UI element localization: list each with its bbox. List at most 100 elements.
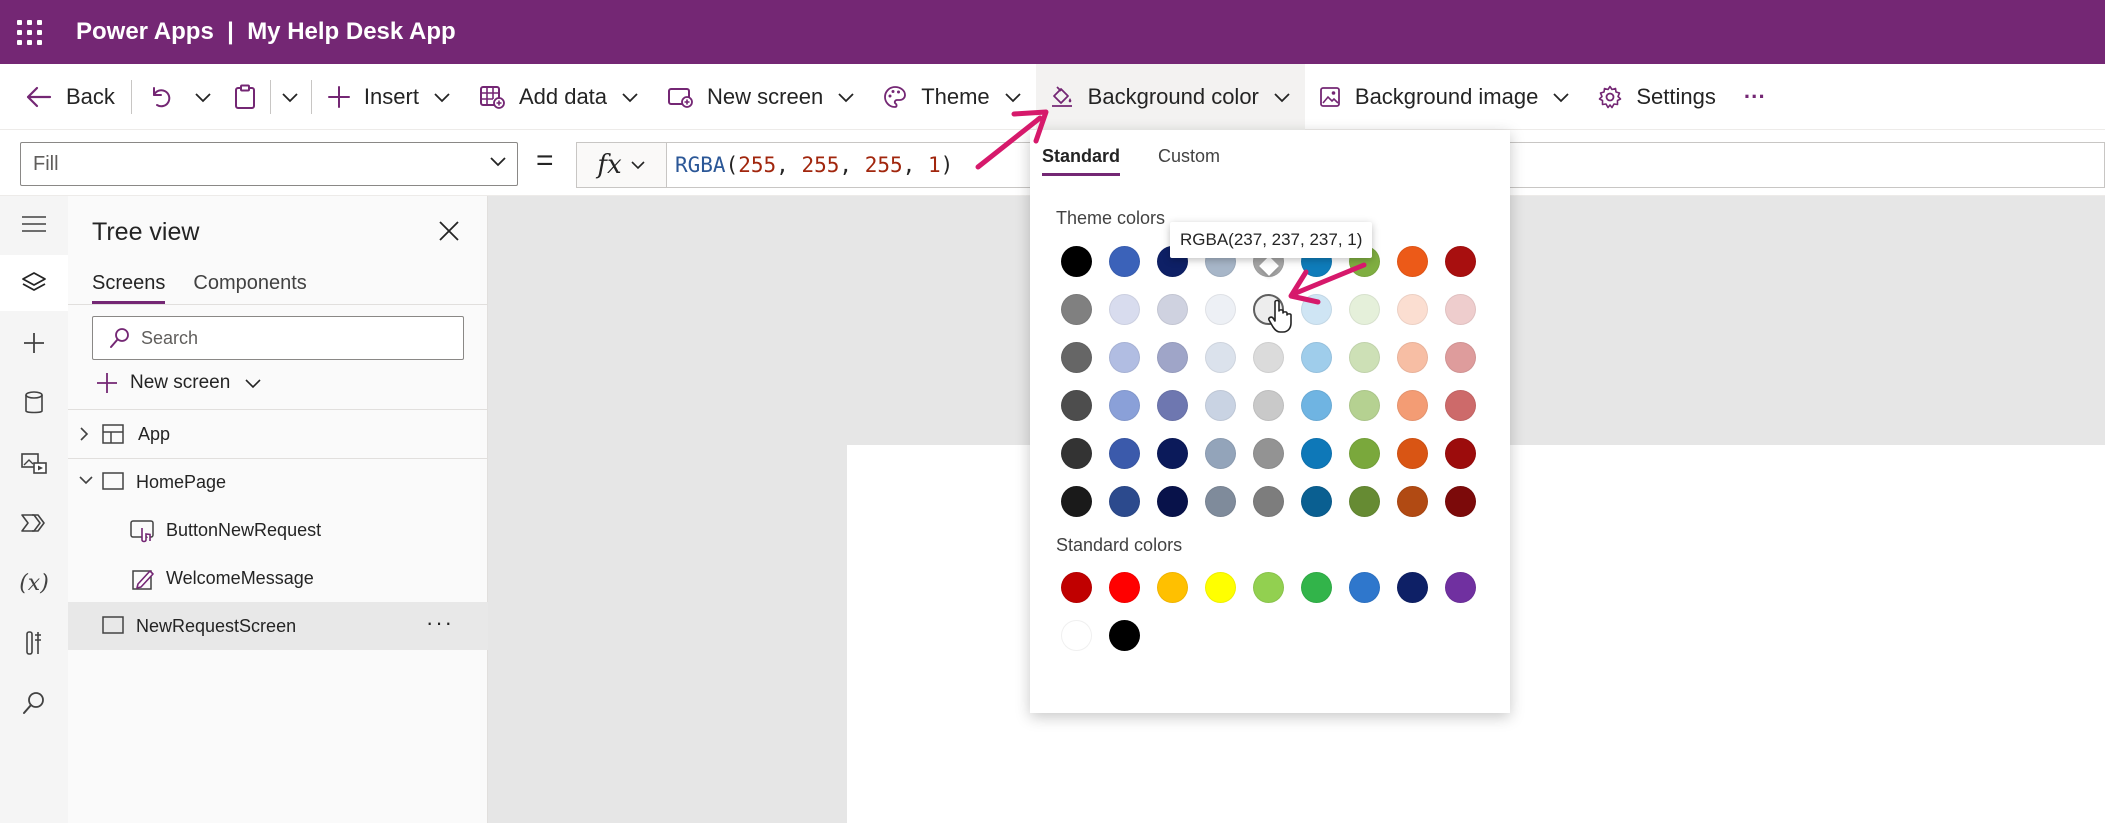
tab-custom[interactable]: Custom <box>1158 146 1220 176</box>
theme-button[interactable]: Theme <box>869 64 1035 130</box>
theme-color-swatch[interactable] <box>1108 342 1140 373</box>
theme-color-swatch[interactable] <box>1060 294 1092 325</box>
theme-color-swatch[interactable] <box>1348 294 1380 325</box>
theme-color-swatch[interactable] <box>1444 246 1476 277</box>
theme-color-swatch[interactable] <box>1444 486 1476 517</box>
theme-color-swatch[interactable] <box>1108 486 1140 517</box>
layers-icon[interactable] <box>0 255 68 311</box>
theme-color-swatch[interactable] <box>1396 390 1428 421</box>
tree-new-screen-button[interactable]: New screen <box>96 372 262 394</box>
insert-button[interactable]: Insert <box>314 64 465 130</box>
standard-color-swatch[interactable] <box>1300 572 1332 603</box>
theme-color-swatch[interactable] <box>1444 438 1476 469</box>
paste-button[interactable] <box>220 64 270 130</box>
theme-color-swatch[interactable] <box>1396 342 1428 373</box>
tree-item-newrequestscreen[interactable]: NewRequestScreen ··· <box>68 602 488 650</box>
theme-color-swatch[interactable] <box>1156 390 1188 421</box>
theme-color-swatch[interactable] <box>1060 342 1092 373</box>
tree-item-buttonnewrequest[interactable]: ButtonNewRequest <box>68 506 488 554</box>
theme-color-swatch[interactable] <box>1060 390 1092 421</box>
theme-color-swatch[interactable] <box>1300 390 1332 421</box>
undo-button[interactable] <box>134 64 186 130</box>
theme-color-swatch[interactable] <box>1396 486 1428 517</box>
theme-color-swatch[interactable] <box>1204 486 1236 517</box>
theme-color-swatch[interactable] <box>1348 438 1380 469</box>
variables-icon[interactable]: (x) <box>0 555 68 611</box>
standard-color-swatch[interactable] <box>1108 620 1140 651</box>
standard-color-swatch[interactable] <box>1060 572 1092 603</box>
power-automate-icon[interactable] <box>0 495 68 551</box>
theme-color-swatch[interactable] <box>1300 294 1332 325</box>
standard-color-swatch[interactable] <box>1396 572 1428 603</box>
database-icon[interactable] <box>0 375 68 431</box>
theme-color-swatch[interactable] <box>1444 390 1476 421</box>
color-tabs: Standard Custom <box>1042 146 1220 176</box>
theme-color-swatch[interactable] <box>1108 246 1140 277</box>
standard-color-swatch[interactable] <box>1060 620 1092 651</box>
theme-color-swatch[interactable] <box>1252 390 1284 421</box>
theme-color-swatch[interactable] <box>1204 390 1236 421</box>
app-launcher-icon[interactable] <box>0 0 58 64</box>
more-commands-button[interactable]: ··· <box>1730 64 1780 130</box>
theme-color-swatch[interactable] <box>1156 294 1188 325</box>
standard-color-swatch[interactable] <box>1348 572 1380 603</box>
theme-colors-label: Theme colors <box>1056 208 1166 228</box>
theme-color-swatch[interactable] <box>1252 486 1284 517</box>
paste-dropdown[interactable] <box>271 64 309 130</box>
theme-color-swatch[interactable] <box>1252 294 1284 325</box>
standard-color-swatch[interactable] <box>1156 572 1188 603</box>
tab-components[interactable]: Components <box>193 272 306 304</box>
tools-icon[interactable] <box>0 615 68 671</box>
standard-color-swatch[interactable] <box>1108 572 1140 603</box>
background-color-button[interactable]: Background color <box>1035 63 1305 130</box>
standard-color-swatch[interactable] <box>1204 572 1236 603</box>
theme-color-swatch[interactable] <box>1444 294 1476 325</box>
settings-button[interactable]: Settings <box>1584 64 1730 130</box>
tree-search-input[interactable]: Search <box>92 316 464 360</box>
theme-color-swatch[interactable] <box>1396 438 1428 469</box>
tab-standard[interactable]: Standard <box>1042 146 1121 176</box>
theme-color-swatch[interactable] <box>1156 438 1188 469</box>
theme-color-swatch[interactable] <box>1396 246 1428 277</box>
theme-color-swatch[interactable] <box>1300 486 1332 517</box>
theme-color-swatch[interactable] <box>1204 438 1236 469</box>
theme-color-swatch[interactable] <box>1444 342 1476 373</box>
background-image-button[interactable]: Background image <box>1305 64 1584 130</box>
theme-color-swatch[interactable] <box>1252 438 1284 469</box>
theme-color-swatch[interactable] <box>1300 438 1332 469</box>
undo-dropdown[interactable] <box>186 64 220 130</box>
add-data-button[interactable]: Add data <box>465 64 653 130</box>
tab-screens[interactable]: Screens <box>92 272 166 304</box>
theme-color-swatch[interactable] <box>1348 486 1380 517</box>
theme-color-swatch[interactable] <box>1060 438 1092 469</box>
theme-color-swatch[interactable] <box>1108 390 1140 421</box>
standard-color-swatch[interactable] <box>1444 572 1476 603</box>
back-button[interactable]: Back <box>0 64 129 130</box>
theme-color-swatch[interactable] <box>1300 342 1332 373</box>
theme-color-swatch[interactable] <box>1108 438 1140 469</box>
standard-color-swatch[interactable] <box>1252 572 1284 603</box>
hamburger-icon[interactable] <box>0 196 68 252</box>
theme-color-swatch[interactable] <box>1156 486 1188 517</box>
plus-icon[interactable] <box>0 315 68 371</box>
tree-item-app[interactable]: App <box>68 410 488 458</box>
new-screen-button[interactable]: New screen <box>653 64 869 130</box>
theme-color-swatch[interactable] <box>1252 342 1284 373</box>
close-icon[interactable] <box>438 220 460 247</box>
theme-color-swatch[interactable] <box>1204 342 1236 373</box>
more-options-icon[interactable]: ··· <box>426 610 454 636</box>
theme-color-swatch[interactable] <box>1060 486 1092 517</box>
theme-color-swatch[interactable] <box>1108 294 1140 325</box>
theme-color-swatch[interactable] <box>1156 342 1188 373</box>
media-icon[interactable] <box>0 435 68 491</box>
theme-color-swatch[interactable] <box>1396 294 1428 325</box>
tree-item-homepage[interactable]: HomePage <box>68 458 488 506</box>
tree-item-welcomemessage[interactable]: WelcomeMessage <box>68 554 488 602</box>
theme-color-swatch[interactable] <box>1348 390 1380 421</box>
theme-color-swatch[interactable] <box>1204 294 1236 325</box>
theme-color-swatch[interactable] <box>1348 342 1380 373</box>
property-dropdown[interactable]: Fill <box>20 142 518 186</box>
fx-button[interactable]: fx <box>576 142 666 188</box>
search-icon[interactable] <box>0 675 68 731</box>
theme-color-swatch[interactable] <box>1060 246 1092 277</box>
